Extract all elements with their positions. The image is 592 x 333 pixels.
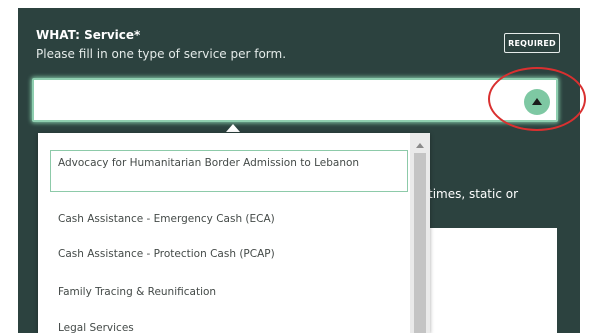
option-advocacy[interactable]: Advocacy for Humanitarian Border Admissi… bbox=[50, 150, 408, 192]
service-dropdown-list[interactable]: Advocacy for Humanitarian Border Admissi… bbox=[38, 133, 430, 333]
scrollbar-thumb[interactable] bbox=[414, 153, 426, 333]
option-family-tracing[interactable]: Family Tracing & Reunification bbox=[50, 283, 408, 301]
dropdown-toggle-button[interactable] bbox=[524, 89, 550, 115]
obscured-textarea bbox=[420, 228, 557, 333]
field-instructions: Please fill in one type of service per f… bbox=[36, 47, 287, 61]
obscured-field-text: times, static or bbox=[428, 187, 519, 201]
option-protection-cash[interactable]: Cash Assistance - Protection Cash (PCAP) bbox=[50, 245, 408, 263]
dropdown-pointer bbox=[226, 124, 240, 132]
option-emergency-cash[interactable]: Cash Assistance - Emergency Cash (ECA) bbox=[50, 210, 408, 228]
form-screenshot: WHAT: Service* Please fill in one type o… bbox=[0, 0, 592, 333]
caret-up-icon bbox=[532, 98, 542, 105]
required-badge: REQUIRED bbox=[504, 33, 560, 53]
field-title: WHAT: Service* bbox=[36, 28, 141, 42]
option-legal-services[interactable]: Legal Services bbox=[50, 319, 408, 333]
service-select[interactable] bbox=[32, 78, 558, 122]
scroll-up-arrow-icon[interactable] bbox=[416, 143, 424, 148]
dropdown-scrollbar[interactable] bbox=[410, 133, 430, 333]
